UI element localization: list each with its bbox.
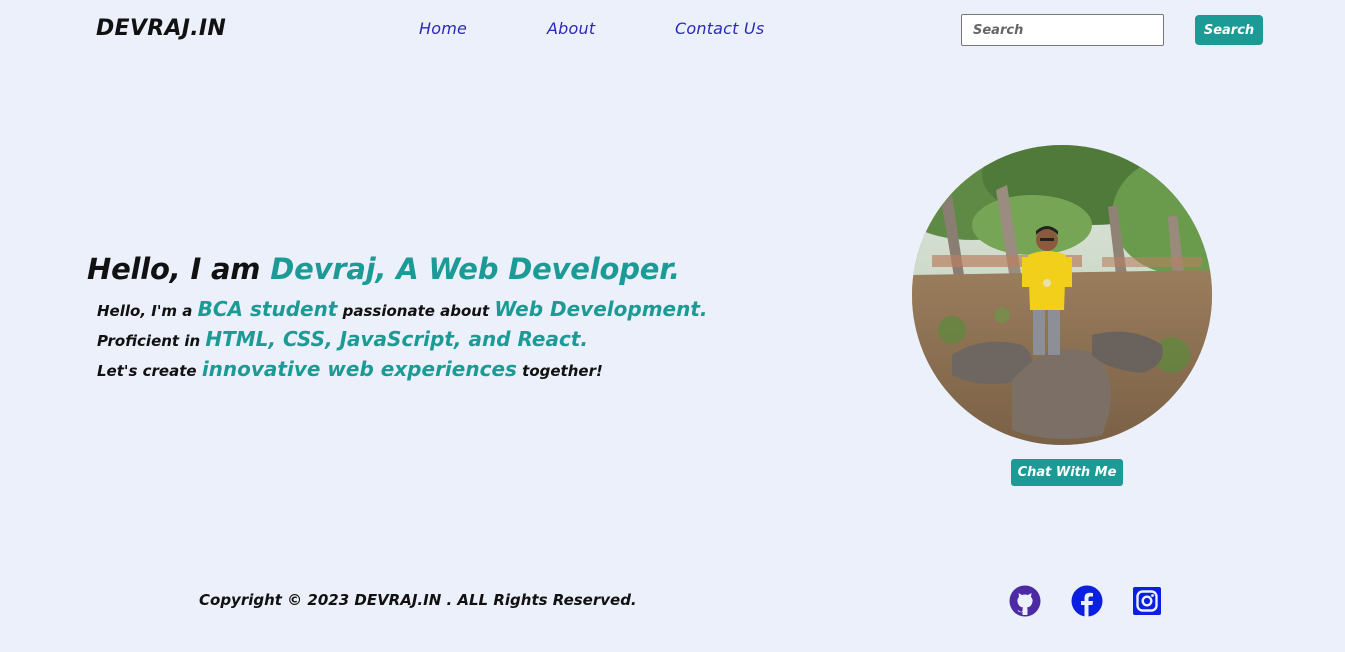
hero-line-3-accent: innovative web experiences — [201, 357, 517, 381]
profile-photo-illustration — [912, 145, 1212, 445]
hero-line-1-pre: Hello, I'm a — [97, 302, 193, 320]
hero-title: Hello, I am Devraj, A Web Developer. — [87, 252, 680, 286]
chat-with-me-button[interactable]: Chat With Me — [1011, 459, 1123, 486]
hero-line-2: Proficient in HTML, CSS, JavaScript, and… — [97, 327, 588, 351]
github-link[interactable] — [1009, 585, 1041, 621]
hero-line-3: Let's create innovative web experiences … — [97, 357, 603, 381]
facebook-icon — [1071, 585, 1103, 617]
hero-line-1: Hello, I'm a BCA student passionate abou… — [97, 297, 708, 321]
nav-contact-link[interactable]: Contact Us — [675, 19, 764, 38]
hero-line-2-pre: Proficient in — [97, 332, 201, 350]
copyright-text: Copyright © 2023 DEVRAJ.IN . ALL Rights … — [199, 591, 637, 609]
hero-line-3-pre: Let's create — [97, 362, 197, 380]
hero-line-3-post: together! — [522, 362, 603, 380]
brand-logo[interactable]: DEVRAJ.IN — [96, 16, 226, 41]
github-icon — [1009, 585, 1041, 617]
hero-line-2-accent: HTML, CSS, JavaScript, and React. — [205, 327, 588, 351]
facebook-link[interactable] — [1071, 585, 1103, 621]
nav-home-link[interactable]: Home — [419, 19, 547, 38]
hero-title-prefix: Hello, I am — [87, 252, 261, 286]
search-button[interactable]: Search — [1195, 15, 1263, 45]
hero-line-1-mid: passionate about — [342, 302, 490, 320]
nav-about-link[interactable]: About — [547, 19, 675, 38]
main-nav: Home About Contact Us — [419, 19, 764, 38]
hero-line-1-accent-2: Web Development. — [494, 297, 708, 321]
page: DEVRAJ.IN Home About Contact Us Search H… — [0, 0, 1345, 652]
instagram-link[interactable] — [1132, 585, 1162, 621]
profile-photo — [912, 145, 1212, 445]
hero-title-accent: Devraj, A Web Developer. — [270, 252, 681, 286]
hero-line-1-accent-1: BCA student — [197, 297, 338, 321]
instagram-icon — [1133, 587, 1161, 615]
search-input[interactable] — [961, 14, 1164, 46]
